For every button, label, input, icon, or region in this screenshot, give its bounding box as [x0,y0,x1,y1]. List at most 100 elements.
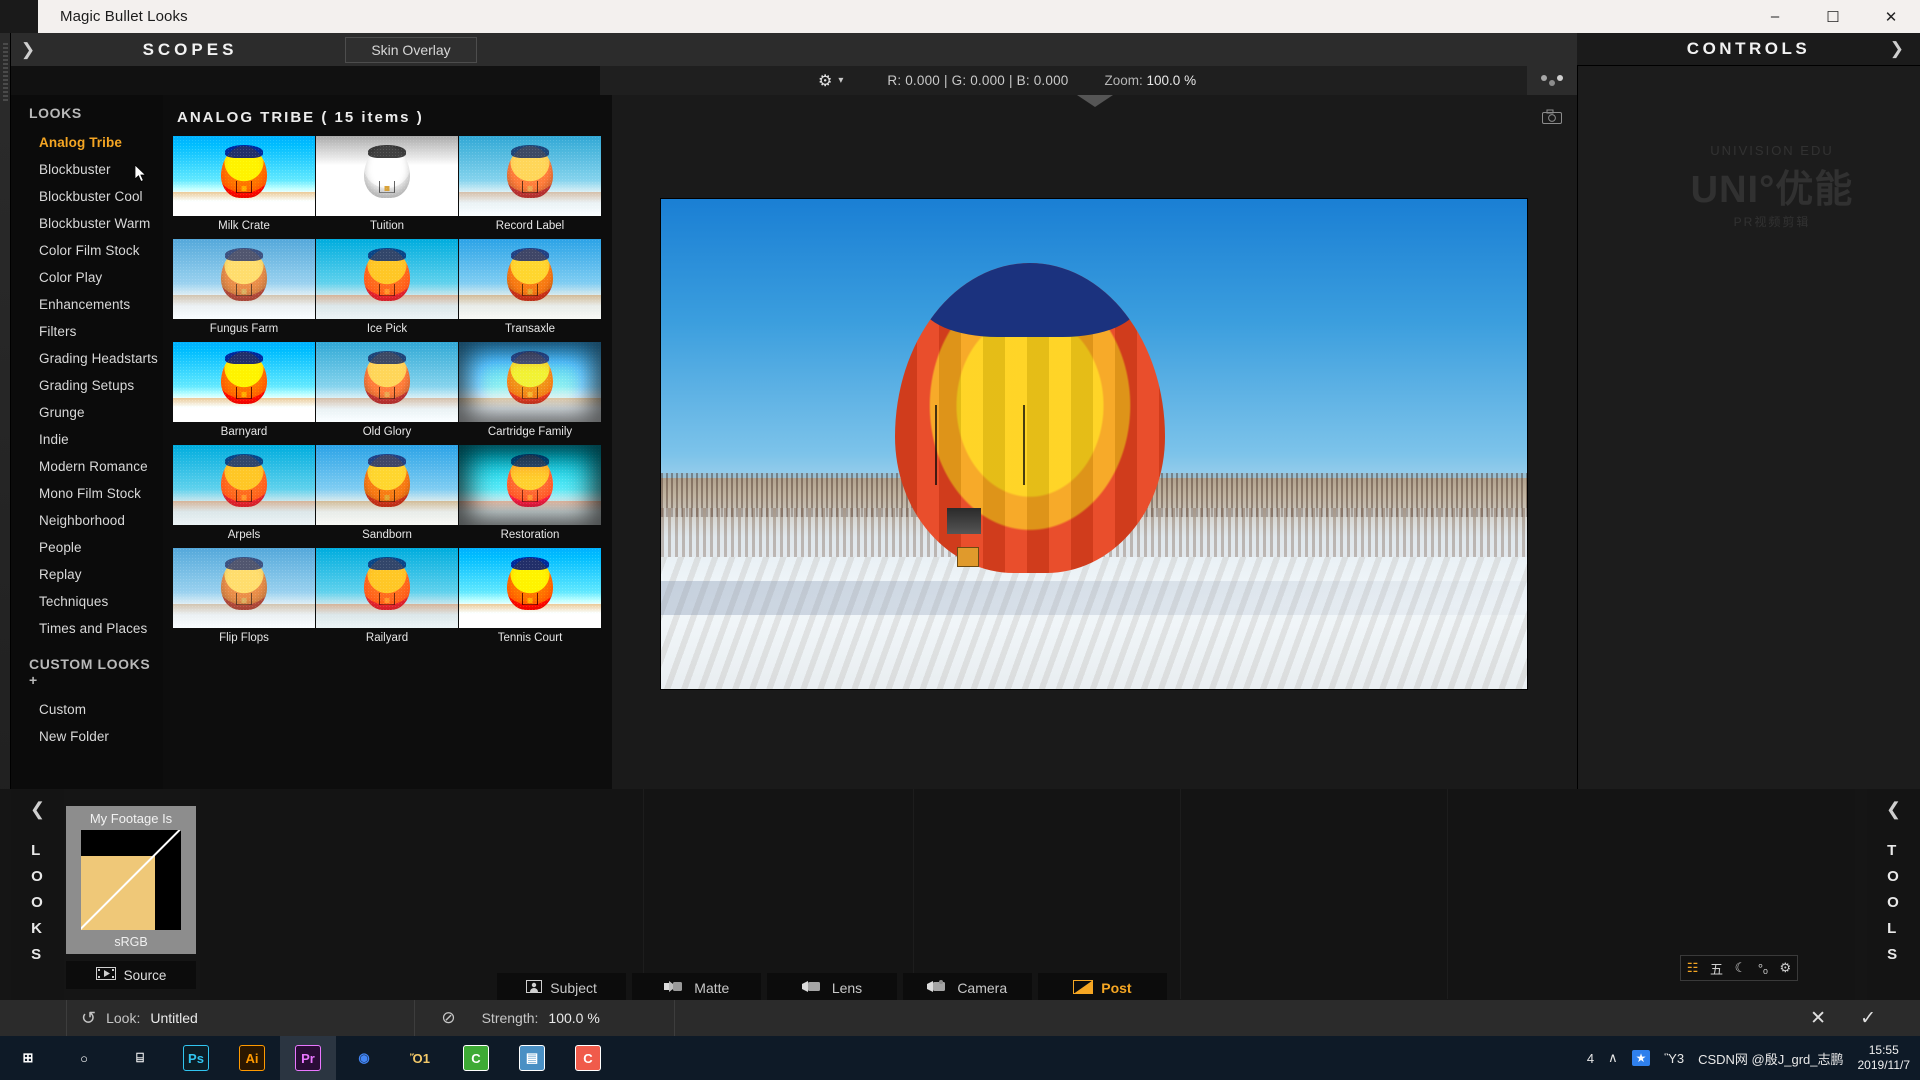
grid-five-icon[interactable]: 五 [1710,959,1723,978]
floating-mini-toolbar[interactable]: ☷ 五 ☾ °ₒ ⚙ [1680,955,1798,981]
taskbar-winrar[interactable]: ▤ [504,1036,560,1080]
chevron-up-icon[interactable]: ∧ [1608,1050,1618,1066]
looks-category-blockbuster-warm[interactable]: Blockbuster Warm [11,210,163,237]
taskbar-cortana[interactable]: ○ [56,1036,112,1080]
looks-category-analog-tribe[interactable]: Analog Tribe [11,129,163,156]
network-icon[interactable]: Ὓ3 [1664,1051,1684,1066]
preset-thumbnail[interactable] [316,342,458,422]
looks-category-neighborhood[interactable]: Neighborhood [11,507,163,534]
taskbar-camtasia[interactable]: C [560,1036,616,1080]
preset-thumbnail[interactable] [459,548,601,628]
tab-camera[interactable]: Camera [903,973,1032,1003]
taskbar-task-view[interactable]: ⌸ [112,1036,168,1080]
looks-rail-collapse-icon[interactable]: ❮ [30,799,45,820]
footage-colorspace-card[interactable]: My Footage Is sRGB [66,806,196,954]
custom-look-new-folder[interactable]: New Folder [11,723,163,750]
preset-cell[interactable]: Old Glory [316,342,458,441]
scopes-toggle-icon[interactable] [1527,66,1577,95]
looks-category-color-film-stock[interactable]: Color Film Stock [11,237,163,264]
preset-cell[interactable]: Railyard [316,548,458,647]
looks-category-mono-film-stock[interactable]: Mono Film Stock [11,480,163,507]
preset-cell[interactable]: Tennis Court [459,548,601,647]
preset-cell[interactable]: Ice Pick [316,239,458,338]
looks-category-enhancements[interactable]: Enhancements [11,291,163,318]
looks-category-grunge[interactable]: Grunge [11,399,163,426]
preset-cell[interactable]: Cartridge Family [459,342,601,441]
preset-thumbnail[interactable] [459,342,601,422]
preset-cell[interactable]: Record Label [459,136,601,235]
confirm-icon[interactable]: ✓ [1860,1007,1876,1030]
controls-collapse-icon[interactable]: ❯ [1890,39,1904,59]
gear-icon[interactable]: ⚙ [818,71,832,91]
moon-icon[interactable]: ☾ [1735,960,1747,976]
preset-cell[interactable]: Transaxle [459,239,601,338]
tab-matte[interactable]: Matte [632,973,761,1003]
snapshot-camera-icon[interactable] [1542,109,1562,128]
people-icon[interactable]: ὆4 [1587,1051,1594,1066]
preset-cell[interactable]: Arpels [173,445,315,544]
preset-cell[interactable]: Fungus Farm [173,239,315,338]
preview-image[interactable] [660,198,1528,690]
tools-rail-collapse-icon[interactable]: ❮ [1886,799,1901,820]
reset-look-icon[interactable]: ↺ [81,1008,96,1029]
preset-thumbnail[interactable] [173,548,315,628]
looks-category-people[interactable]: People [11,534,163,561]
looks-category-times-and-places[interactable]: Times and Places [11,615,163,642]
taskbar-start[interactable]: ⊞ [0,1036,56,1080]
cancel-icon[interactable]: ✕ [1810,1007,1826,1030]
looks-category-grading-headstarts[interactable]: Grading Headstarts [11,345,163,372]
tab-subject[interactable]: Subject [497,973,626,1003]
source-button[interactable]: Source [66,961,196,989]
add-custom-look-icon[interactable]: + [29,672,38,688]
strength-value[interactable]: 100.0 % [548,1010,599,1026]
looks-category-modern-romance[interactable]: Modern Romance [11,453,163,480]
look-status-group[interactable]: ↺ Look: Untitled [67,1000,414,1036]
minimize-button[interactable]: – [1746,0,1804,33]
close-button[interactable]: ✕ [1862,0,1920,33]
palette-icon[interactable]: ☷ [1687,960,1699,976]
preset-cell[interactable]: Sandborn [316,445,458,544]
taskbar-photoshop[interactable]: Ps [168,1036,224,1080]
looks-category-replay[interactable]: Replay [11,561,163,588]
preset-thumbnail[interactable] [459,445,601,525]
preview-split-handle[interactable] [1077,95,1113,107]
preset-thumbnail[interactable] [459,239,601,319]
looks-category-filters[interactable]: Filters [11,318,163,345]
custom-look-custom[interactable]: Custom [11,696,163,723]
preset-thumbnail[interactable] [316,548,458,628]
preset-thumbnail[interactable] [173,342,315,422]
preview-settings-group[interactable]: ⚙ ▾ [818,71,843,91]
preset-thumbnail[interactable] [459,136,601,216]
preset-thumbnail[interactable] [316,445,458,525]
skin-overlay-button[interactable]: Skin Overlay [345,37,477,63]
taskbar-wechat[interactable]: C [448,1036,504,1080]
preset-cell[interactable]: Milk Crate [173,136,315,235]
taskbar-file-explorer[interactable]: Ὄ1 [392,1036,448,1080]
looks-category-grading-setups[interactable]: Grading Setups [11,372,163,399]
taskbar-illustrator[interactable]: Ai [224,1036,280,1080]
preset-cell[interactable]: Flip Flops [173,548,315,647]
scopes-expand-icon[interactable]: ❯ [11,40,45,60]
looks-category-techniques[interactable]: Techniques [11,588,163,615]
preset-thumbnail[interactable] [173,239,315,319]
strength-disable-icon[interactable]: ⊘ [441,1008,455,1028]
looks-category-indie[interactable]: Indie [11,426,163,453]
preset-thumbnail[interactable] [316,239,458,319]
taskbar-chrome[interactable]: ◉ [336,1036,392,1080]
looks-category-blockbuster-cool[interactable]: Blockbuster Cool [11,183,163,210]
strength-status-group[interactable]: ⊘ Strength: 100.0 % [415,1000,613,1036]
tab-lens[interactable]: Lens [767,973,896,1003]
preset-thumbnail[interactable] [173,445,315,525]
maximize-button[interactable]: ☐ [1804,0,1862,33]
taskbar-premiere[interactable]: Pr [280,1036,336,1080]
preset-cell[interactable]: Barnyard [173,342,315,441]
star-icon[interactable]: ★ [1632,1050,1651,1066]
chevron-down-icon[interactable]: ▾ [838,75,843,86]
preset-thumbnail[interactable] [316,136,458,216]
gear-icon[interactable]: ⚙ [1780,960,1792,976]
preset-cell[interactable]: Restoration [459,445,601,544]
temperature-icon[interactable]: °ₒ [1758,961,1768,976]
looks-category-color-play[interactable]: Color Play [11,264,163,291]
look-name-value[interactable]: Untitled [150,1010,400,1026]
tab-post[interactable]: Post [1038,973,1167,1003]
